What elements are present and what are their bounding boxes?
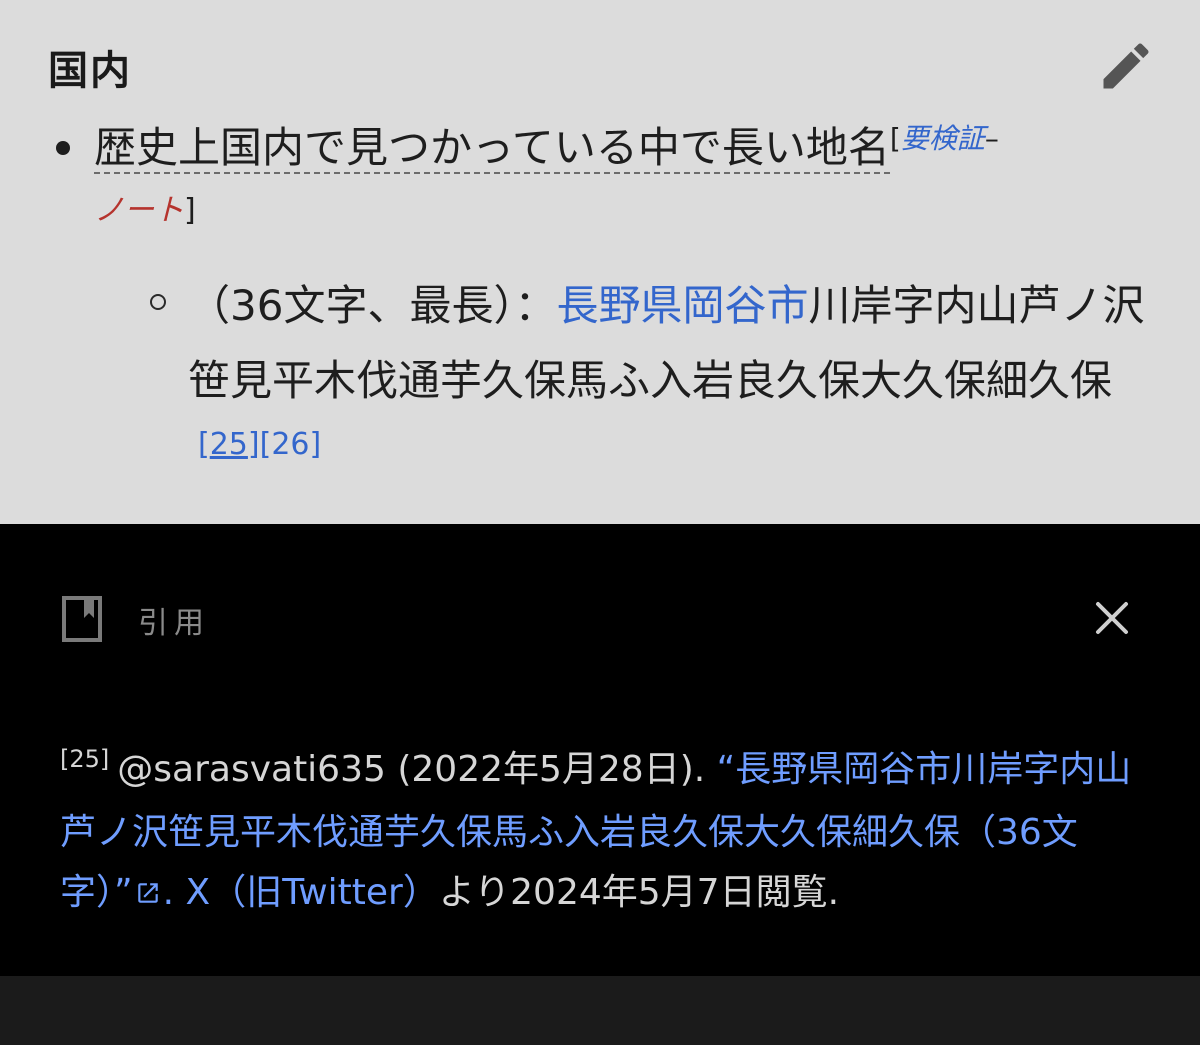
citation-panel-title: 引用 <box>138 606 210 641</box>
verify-link[interactable]: 要検証 <box>901 122 985 155</box>
bullet-text: 歴史上国内で見つかっている中で長い地名 <box>94 123 890 174</box>
article-section: 国内 歴史上国内で見つかっている中で長い地名[要検証– ノート] （36文字、最… <box>0 0 1200 524</box>
verify-tag: [要検証– <box>889 122 999 155</box>
sub-list-bullet <box>150 294 166 310</box>
citation-number: [25] <box>60 745 110 773</box>
pencil-icon[interactable] <box>1096 36 1156 96</box>
close-icon[interactable] <box>1092 598 1132 638</box>
note-tag: ノート] <box>94 193 196 228</box>
list-item: 歴史上国内で見つかっている中で長い地名[要検証– <box>94 118 999 183</box>
external-link-icon <box>137 883 158 903</box>
note-link[interactable]: ノート <box>94 193 184 228</box>
citation-text: [25] @sarasvati635 (2022年5月28日). “長野県岡谷市川… <box>60 740 1150 923</box>
reference-25-link[interactable]: 25 <box>210 427 248 462</box>
place-link[interactable]: 長野県岡谷市 <box>556 281 808 330</box>
list-bullet <box>56 141 70 155</box>
citation-publisher-link[interactable]: . X（旧Twitter） <box>163 872 439 913</box>
bookmark-icon <box>62 596 102 642</box>
bottom-bar <box>0 976 1200 1045</box>
citation-author: @sarasvati635 (2022年5月28日). <box>117 749 717 790</box>
reference-26-link[interactable]: 26 <box>271 427 309 462</box>
sub-list-item: （36文字、最長）：長野県岡谷市川岸字内山芦ノ沢笹見平木伐通芋久保馬ふ入岩良久保… <box>188 268 1158 498</box>
section-heading: 国内 <box>48 48 132 94</box>
sub-item-prefix: （36文字、最長）： <box>188 281 557 330</box>
citation-accessed: より2024年5月7日閲覧. <box>438 872 840 913</box>
reference-links: [25][26] <box>198 427 322 462</box>
